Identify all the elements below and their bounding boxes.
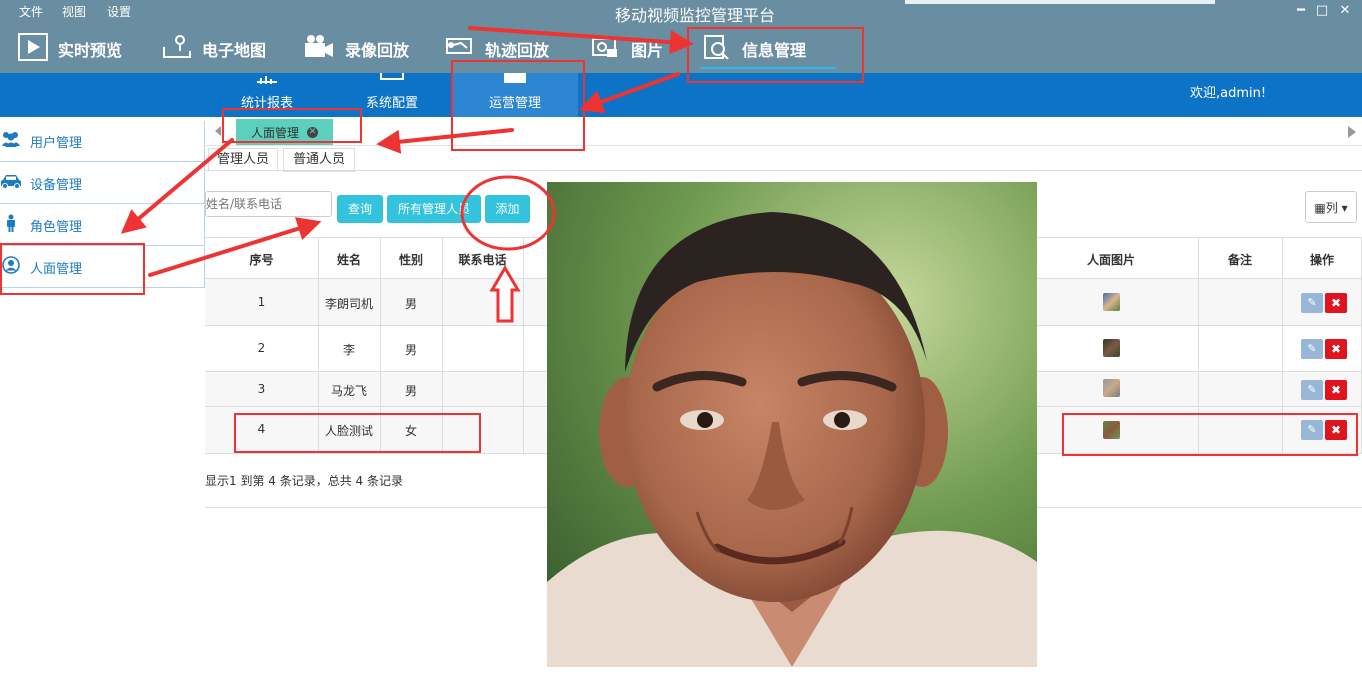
- annotation-arrows: [120, 26, 694, 323]
